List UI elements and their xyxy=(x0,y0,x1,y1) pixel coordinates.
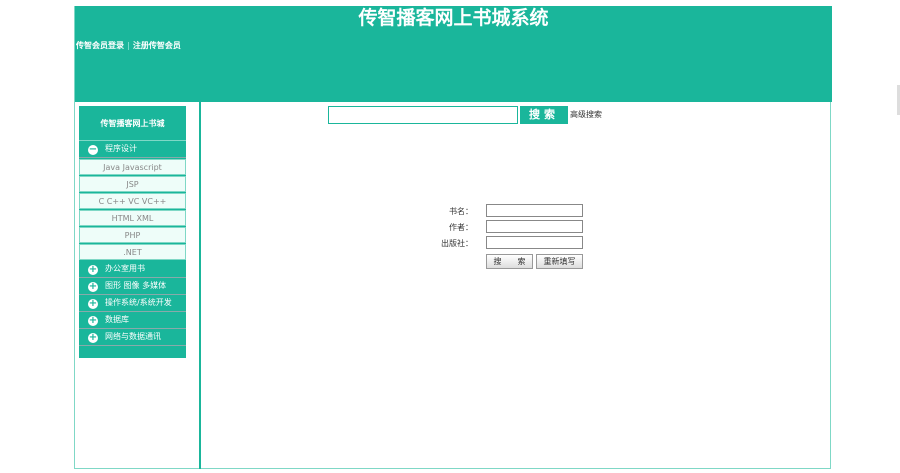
category-os[interactable]: + 操作系统/系统开发 xyxy=(79,295,186,312)
plus-circle-icon: + xyxy=(88,298,98,309)
minus-circle-icon: − xyxy=(88,144,98,155)
plus-circle-icon: + xyxy=(88,332,98,343)
search-input[interactable] xyxy=(328,106,518,124)
site-title: 传智播客网上书城系统 xyxy=(358,7,549,29)
plus-circle-icon: + xyxy=(88,264,98,275)
login-link[interactable]: 传智会员登录 xyxy=(76,41,124,50)
category-sidebar: 传智播客网上书城 − 程序设计 Java Javascript JSP C C++… xyxy=(79,106,186,358)
register-link[interactable]: 注册传智会员 xyxy=(133,41,181,50)
account-links: 传智会员登录 | 注册传智会员 xyxy=(76,40,181,51)
advanced-search-submit-button[interactable]: 搜 索 xyxy=(486,254,533,269)
reset-button[interactable]: 重新填写 xyxy=(536,254,583,269)
author-label: 作者： xyxy=(449,223,473,232)
book-name-label: 书名： xyxy=(449,207,473,216)
subcategory-c[interactable]: C C++ VC VC++ xyxy=(79,193,186,209)
press-label: 出版社： xyxy=(441,239,473,248)
category-office[interactable]: + 办公室用书 xyxy=(79,261,186,278)
category-label: 操作系统/系统开发 xyxy=(105,298,172,307)
category-label: 图形 图像 多媒体 xyxy=(105,281,167,290)
plus-circle-icon: + xyxy=(88,281,98,292)
book-name-input[interactable] xyxy=(486,204,583,217)
subcategory-dotnet[interactable]: .NET xyxy=(79,244,186,260)
category-network[interactable]: + 网络与数据通讯 xyxy=(79,329,186,346)
search-button[interactable]: 搜索 xyxy=(520,106,568,124)
author-input[interactable] xyxy=(486,220,583,233)
main-content: 搜索 高级搜索 书名： 作者： 出版社： 搜 索 重新填写 xyxy=(203,100,831,467)
separator: | xyxy=(127,41,130,50)
sidebar-title: 传智播客网上书城 xyxy=(79,106,186,141)
header: 传智播客网上书城系统 传智会员登录 | 注册传智会员 xyxy=(75,6,832,102)
plus-circle-icon: + xyxy=(88,315,98,326)
page-container: 传智播客网上书城系统 传智会员登录 | 注册传智会员 传智播客网上书城 − 程序设计 … xyxy=(74,6,832,469)
category-label: 办公室用书 xyxy=(105,264,145,273)
subcategory-java[interactable]: Java Javascript xyxy=(79,159,186,175)
subcategory-html[interactable]: HTML XML xyxy=(79,210,186,226)
category-label: 网络与数据通讯 xyxy=(105,332,161,341)
advanced-search-link[interactable]: 高级搜索 xyxy=(570,109,602,120)
subcategory-jsp[interactable]: JSP xyxy=(79,176,186,192)
category-label: 数据库 xyxy=(105,315,129,324)
press-input[interactable] xyxy=(486,236,583,249)
category-graphics[interactable]: + 图形 图像 多媒体 xyxy=(79,278,186,295)
category-programming[interactable]: − 程序设计 xyxy=(79,141,186,158)
category-database[interactable]: + 数据库 xyxy=(79,312,186,329)
category-label: 程序设计 xyxy=(105,144,137,153)
subcategory-php[interactable]: PHP xyxy=(79,227,186,243)
left-column: 传智播客网上书城 − 程序设计 Java Javascript JSP C C++… xyxy=(75,102,201,469)
